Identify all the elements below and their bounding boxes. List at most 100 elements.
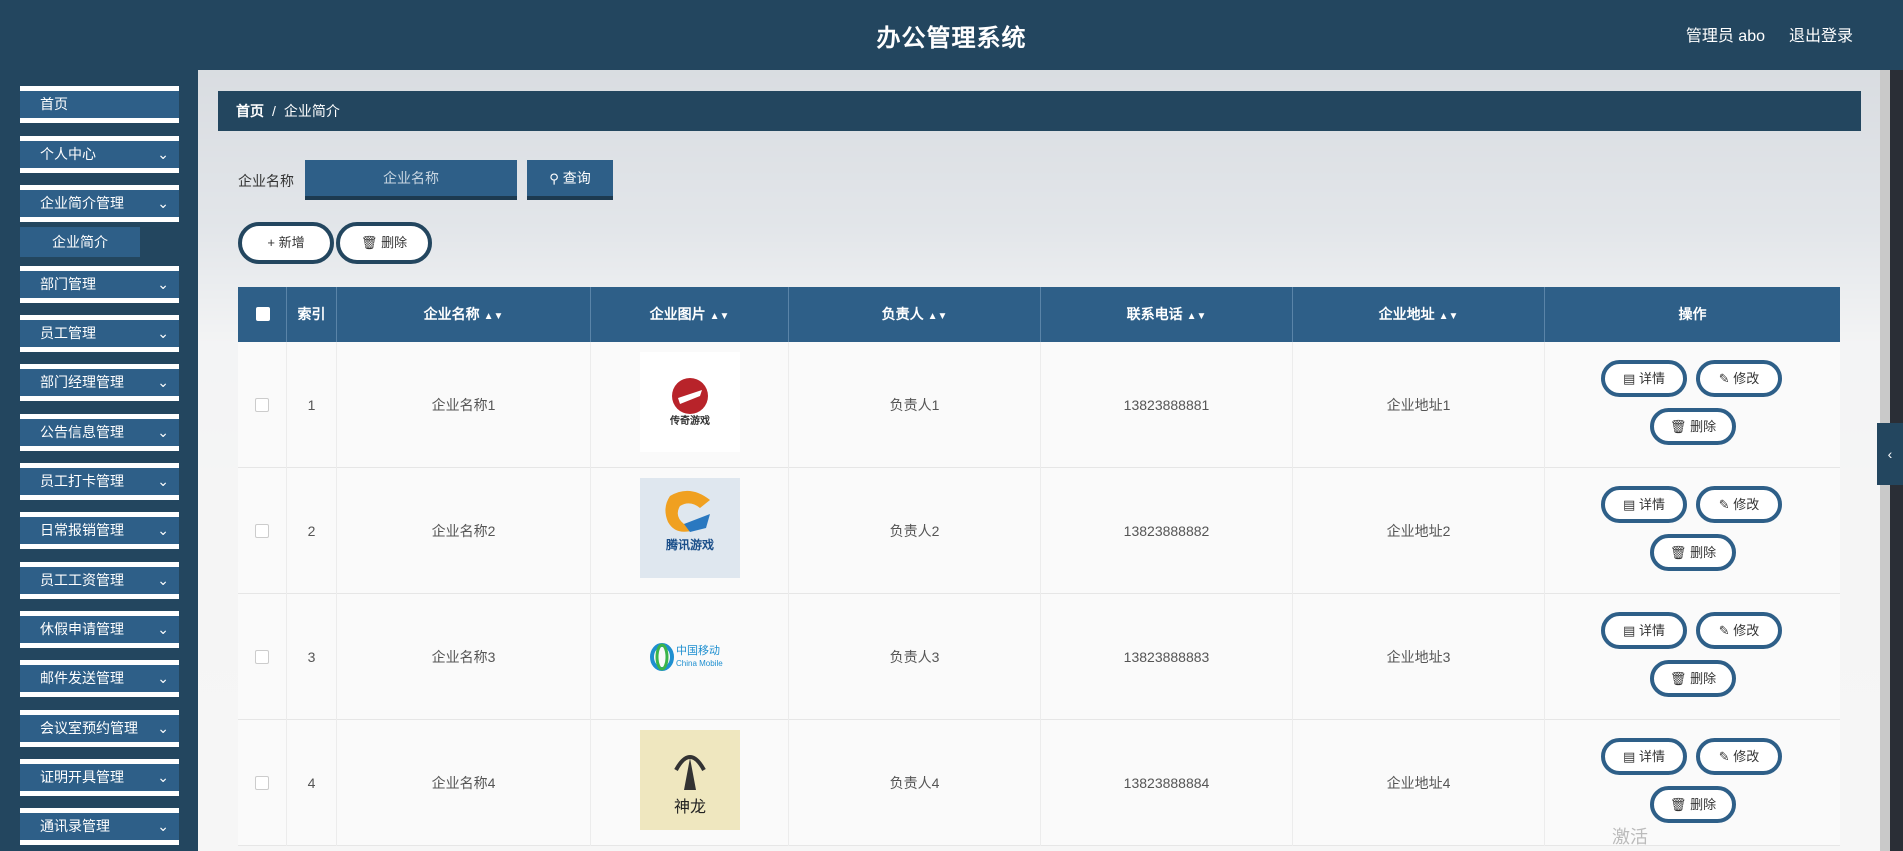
- sidebar-item-label: 员工打卡管理: [40, 473, 124, 489]
- row-checkbox[interactable]: [255, 776, 269, 790]
- detail-button[interactable]: ▤ 详情: [1601, 486, 1687, 523]
- sort-icon[interactable]: ▲▼: [1187, 311, 1207, 322]
- sidebar-item-dept-manager[interactable]: 部门经理管理 ⌄: [20, 364, 179, 401]
- row-index: 1: [287, 342, 337, 468]
- delete-button[interactable]: 🗑 删除: [1650, 660, 1736, 697]
- row-person: 负责人2: [789, 468, 1041, 594]
- row-phone: 13823888883: [1041, 594, 1293, 720]
- row-address: 企业地址2: [1293, 468, 1545, 594]
- delete-button[interactable]: 🗑 删除: [1650, 534, 1736, 571]
- company-logo-image: 神龙: [640, 730, 740, 830]
- sidebar-item-contacts[interactable]: 通讯录管理 ⌄: [20, 808, 179, 845]
- sidebar-item-label: 日常报销管理: [40, 522, 124, 538]
- logout-link[interactable]: 退出登录: [1789, 22, 1853, 46]
- edit-button[interactable]: ✎ 修改: [1696, 360, 1782, 397]
- sidebar-item-announcement[interactable]: 公告信息管理 ⌄: [20, 414, 179, 451]
- sidebar-item-salary[interactable]: 员工工资管理 ⌄: [20, 562, 179, 599]
- sidebar-item-company-intro-mgmt[interactable]: 企业简介管理 ⌄: [20, 185, 179, 222]
- sort-icon[interactable]: ▲▼: [484, 311, 504, 322]
- row-image-cell: 传奇游戏: [591, 342, 789, 468]
- detail-button[interactable]: ▤ 详情: [1601, 360, 1687, 397]
- sidebar-item-department[interactable]: 部门管理 ⌄: [20, 266, 179, 303]
- row-checkbox[interactable]: [255, 650, 269, 664]
- pencil-icon: ✎: [1718, 749, 1730, 764]
- row-name: 企业名称1: [337, 342, 591, 468]
- select-all-checkbox[interactable]: [256, 307, 270, 321]
- add-button-label: 新增: [278, 235, 305, 250]
- delete-button-label: 删除: [1690, 797, 1717, 812]
- sidebar-item-label: 休假申请管理: [40, 621, 124, 637]
- edit-button-label: 修改: [1733, 623, 1760, 638]
- sidebar-item-label: 员工工资管理: [40, 572, 124, 588]
- sidebar-item-personal-center[interactable]: 个人中心 ⌄: [20, 136, 179, 173]
- sidebar-item-reimbursement[interactable]: 日常报销管理 ⌄: [20, 512, 179, 549]
- chevron-down-icon: ⌄: [157, 146, 169, 162]
- detail-button[interactable]: ▤ 详情: [1601, 612, 1687, 649]
- edit-button[interactable]: ✎ 修改: [1696, 738, 1782, 775]
- header-phone-label: 联系电话: [1126, 306, 1183, 322]
- breadcrumb-separator: /: [272, 103, 276, 119]
- add-button[interactable]: + 新增: [238, 222, 334, 264]
- header-phone[interactable]: 联系电话 ▲▼: [1041, 287, 1293, 342]
- company-logo-text: 中国移动: [676, 645, 720, 657]
- company-logo-image: 中国移动 China Mobile: [640, 607, 740, 707]
- delete-button-label: 删除: [1690, 545, 1717, 560]
- table-row: 3 企业名称3 中国移动 China Mobile 负责人3 138238888…: [238, 594, 1840, 720]
- sidebar-item-employee[interactable]: 员工管理 ⌄: [20, 315, 179, 352]
- trash-icon: 🗑: [1669, 545, 1687, 560]
- header-person[interactable]: 负责人 ▲▼: [789, 287, 1041, 342]
- breadcrumb: 首页 / 企业简介: [218, 91, 1861, 131]
- sidebar-subitem-company-intro[interactable]: 企业简介: [20, 227, 140, 257]
- row-index: 4: [287, 720, 337, 846]
- sort-icon[interactable]: ▲▼: [710, 311, 730, 322]
- search-button[interactable]: ⚲ 查询: [527, 160, 613, 200]
- breadcrumb-home[interactable]: 首页: [236, 103, 264, 119]
- chevron-down-icon: ⌄: [157, 473, 169, 489]
- chevron-down-icon: ⌄: [157, 818, 169, 834]
- header-name-label: 企业名称: [423, 306, 480, 322]
- row-operations: ▤ 详情 ✎ 修改 🗑 删除: [1545, 720, 1840, 846]
- row-select-cell: [238, 594, 287, 720]
- sidebar-item-email[interactable]: 邮件发送管理 ⌄: [20, 660, 179, 697]
- delete-button[interactable]: 🗑 删除: [1650, 786, 1736, 823]
- header-select-all[interactable]: [238, 287, 287, 342]
- row-person: 负责人4: [789, 720, 1041, 846]
- row-name: 企业名称3: [337, 594, 591, 720]
- search-input[interactable]: [305, 160, 517, 200]
- sidebar-item-certificate[interactable]: 证明开具管理 ⌄: [20, 759, 179, 796]
- sidebar-item-leave[interactable]: 休假申请管理 ⌄: [20, 611, 179, 648]
- header-image[interactable]: 企业图片 ▲▼: [591, 287, 789, 342]
- company-logo-subtext: China Mobile: [676, 659, 723, 668]
- sidebar-item-attendance[interactable]: 员工打卡管理 ⌄: [20, 463, 179, 500]
- bulk-delete-button[interactable]: 🗑 删除: [336, 222, 432, 264]
- sidebar-item-meeting-room[interactable]: 会议室预约管理 ⌄: [20, 710, 179, 747]
- row-select-cell: [238, 342, 287, 468]
- search-button-label: 查询: [562, 170, 591, 186]
- sidebar-item-home[interactable]: 首页: [20, 86, 179, 123]
- table-row: 2 企业名称2 腾讯游戏 负责人2 13823888882 企业地址2 ▤ 详情…: [238, 468, 1840, 594]
- row-checkbox[interactable]: [255, 398, 269, 412]
- row-person: 负责人1: [789, 342, 1041, 468]
- chevron-down-icon: ⌄: [157, 769, 169, 785]
- company-logo-text: 腾讯游戏: [665, 538, 714, 552]
- row-checkbox[interactable]: [255, 524, 269, 538]
- document-icon: ▤: [1623, 497, 1636, 512]
- edit-button[interactable]: ✎ 修改: [1696, 612, 1782, 649]
- detail-button-label: 详情: [1638, 749, 1665, 764]
- sort-icon[interactable]: ▲▼: [1439, 311, 1459, 322]
- top-bar: 办公管理系统 管理员 abo 退出登录: [0, 0, 1903, 70]
- delete-button[interactable]: 🗑 删除: [1650, 408, 1736, 445]
- collapse-panel-button[interactable]: ‹: [1877, 423, 1903, 485]
- header-address-label: 企业地址: [1378, 306, 1435, 322]
- header-name[interactable]: 企业名称 ▲▼: [337, 287, 591, 342]
- activation-watermark: 激活: [1612, 827, 1648, 847]
- header-address[interactable]: 企业地址 ▲▼: [1293, 287, 1545, 342]
- breadcrumb-current: 企业简介: [283, 103, 340, 119]
- row-operations: ▤ 详情 ✎ 修改 🗑 删除: [1545, 594, 1840, 720]
- pencil-icon: ✎: [1718, 497, 1730, 512]
- edit-button[interactable]: ✎ 修改: [1696, 486, 1782, 523]
- chevron-down-icon: ⌄: [157, 276, 169, 292]
- plus-icon: +: [267, 235, 275, 250]
- sort-icon[interactable]: ▲▼: [928, 311, 948, 322]
- detail-button[interactable]: ▤ 详情: [1601, 738, 1687, 775]
